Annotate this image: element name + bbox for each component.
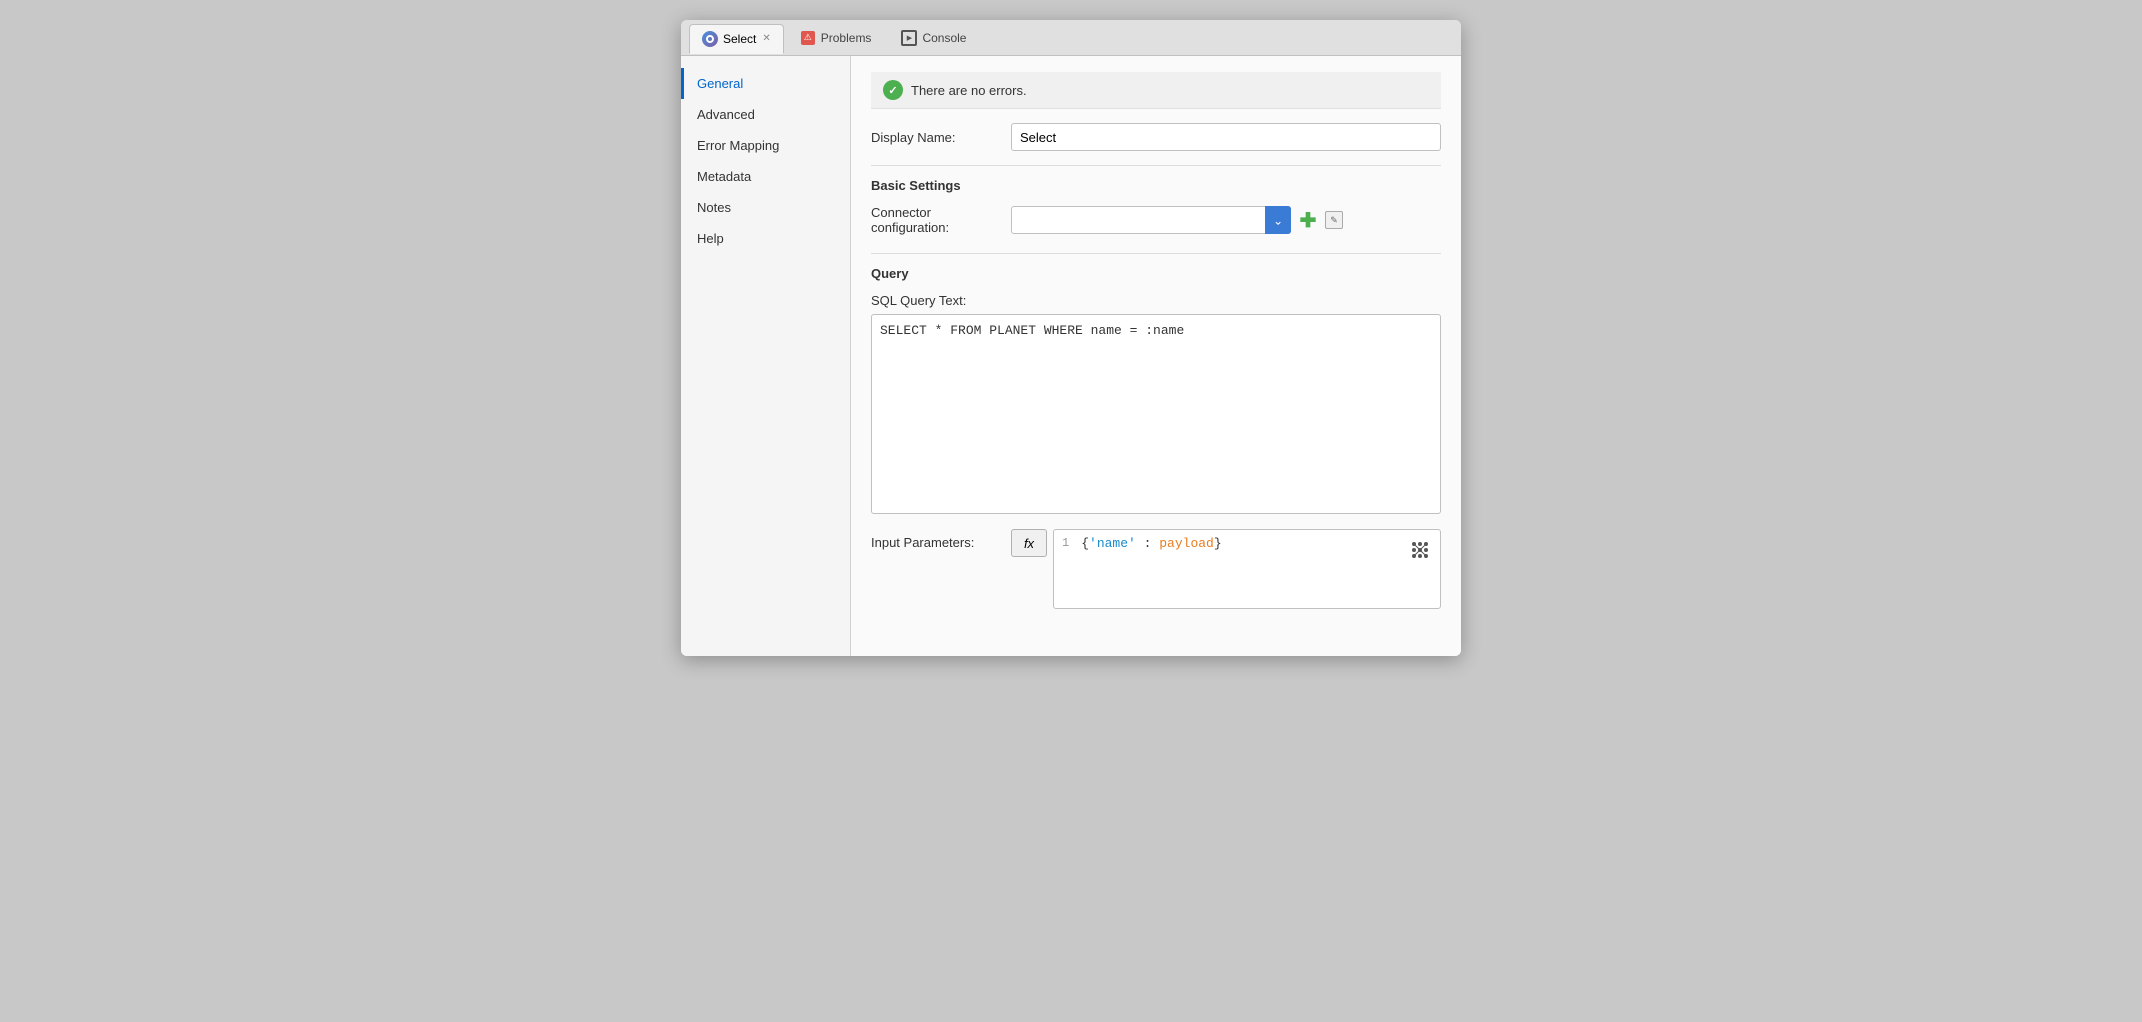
add-connector-button[interactable]: ✚ — [1295, 207, 1321, 233]
display-name-label: Display Name: — [871, 130, 1011, 145]
main-layout: General Advanced Error Mapping Metadata … — [681, 56, 1461, 656]
payload-var: payload — [1159, 536, 1214, 551]
main-window: Select ✕ Problems Console General Advanc… — [681, 20, 1461, 656]
params-editor-wrap: 1 {'name' : payload} — [1053, 529, 1441, 609]
map-button[interactable] — [1406, 536, 1434, 564]
divider-1 — [871, 165, 1441, 166]
sidebar-item-help[interactable]: Help — [681, 223, 850, 254]
connector-select-wrap — [1011, 206, 1291, 234]
basic-settings-heading: Basic Settings — [871, 178, 1441, 193]
console-icon — [901, 30, 917, 46]
map-icon — [1410, 540, 1430, 560]
display-name-input[interactable] — [1011, 123, 1441, 151]
select-tab-close[interactable]: ✕ — [762, 33, 770, 44]
sidebar-item-notes-label: Notes — [697, 200, 731, 215]
edit-connector-icon: ✎ — [1325, 211, 1343, 229]
sidebar-item-general[interactable]: General — [681, 68, 850, 99]
select-tab-label: Select — [723, 32, 756, 46]
name-string: 'name' — [1089, 536, 1136, 551]
sql-query-label: SQL Query Text: — [871, 293, 1441, 308]
tab-problems[interactable]: Problems — [786, 24, 886, 52]
sidebar-item-error-mapping-label: Error Mapping — [697, 138, 779, 153]
sidebar-item-general-label: General — [697, 76, 743, 91]
edit-connector-button[interactable]: ✎ — [1321, 207, 1347, 233]
input-params-row: Input Parameters: fx 1 {'name' : payload… — [871, 529, 1441, 609]
divider-2 — [871, 253, 1441, 254]
sidebar-item-advanced-label: Advanced — [697, 107, 755, 122]
connector-select[interactable] — [1011, 206, 1291, 234]
sql-query-editor[interactable] — [871, 314, 1441, 514]
input-params-label: Input Parameters: — [871, 529, 1011, 550]
tab-bar: Select ✕ Problems Console — [681, 20, 1461, 56]
code-content: {'name' : payload} — [1081, 536, 1432, 551]
open-brace: { — [1081, 536, 1089, 551]
sidebar: General Advanced Error Mapping Metadata … — [681, 56, 851, 656]
sidebar-item-advanced[interactable]: Advanced — [681, 99, 850, 130]
colon-space: : — [1136, 536, 1159, 551]
display-name-row: Display Name: — [871, 123, 1441, 151]
fx-button[interactable]: fx — [1011, 529, 1047, 557]
sidebar-item-metadata[interactable]: Metadata — [681, 161, 850, 192]
sidebar-item-notes[interactable]: Notes — [681, 192, 850, 223]
tab-select[interactable]: Select ✕ — [689, 24, 784, 54]
params-editor: 1 {'name' : payload} — [1054, 530, 1440, 557]
sidebar-item-help-label: Help — [697, 231, 724, 246]
close-brace: } — [1214, 536, 1222, 551]
status-bar: There are no errors. — [871, 72, 1441, 109]
problems-tab-label: Problems — [821, 31, 872, 45]
sidebar-item-error-mapping[interactable]: Error Mapping — [681, 130, 850, 161]
tab-console[interactable]: Console — [887, 24, 980, 52]
sidebar-item-metadata-label: Metadata — [697, 169, 751, 184]
select-tab-icon — [702, 31, 718, 47]
status-text: There are no errors. — [911, 83, 1027, 98]
status-ok-icon — [883, 80, 903, 100]
query-section: Query SQL Query Text: — [871, 266, 1441, 517]
query-heading: Query — [871, 266, 1441, 281]
console-tab-label: Console — [922, 31, 966, 45]
connector-label: Connector configuration: — [871, 205, 1011, 235]
line-number-1: 1 — [1062, 536, 1069, 551]
problems-icon — [800, 30, 816, 46]
connector-row: Connector configuration: ✚ ✎ — [871, 205, 1441, 235]
add-connector-icon: ✚ — [1300, 208, 1317, 233]
content-area: There are no errors. Display Name: Basic… — [851, 56, 1461, 656]
fx-label: fx — [1024, 536, 1034, 551]
